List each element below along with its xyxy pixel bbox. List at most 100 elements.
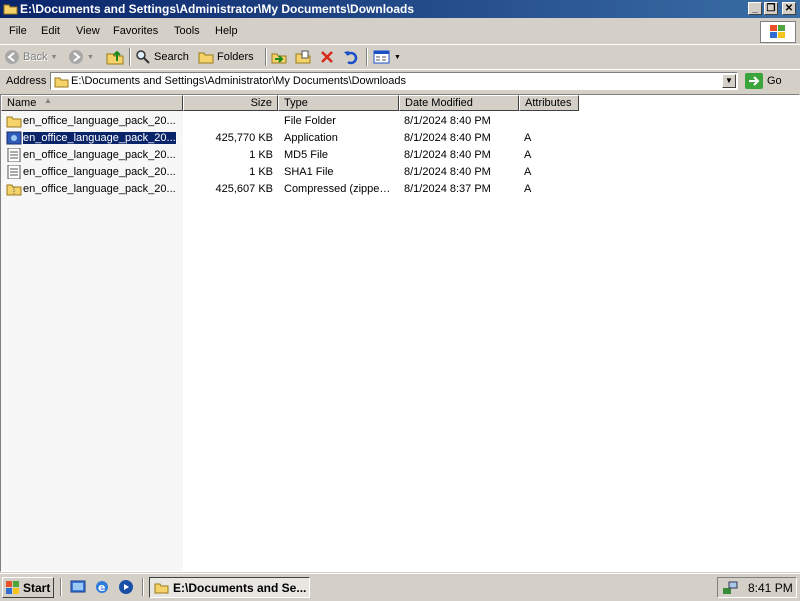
windows-logo [760, 21, 796, 43]
views-icon [373, 50, 390, 64]
column-name-label: Name [7, 97, 37, 109]
file-list[interactable]: Name ▲ Size Type Date Modified Attribute… [0, 94, 800, 572]
file-type: Application [284, 132, 338, 144]
file-type: File Folder [284, 115, 336, 127]
menu-view[interactable]: View [76, 25, 100, 37]
copy-to-icon [295, 50, 311, 64]
file-type: Compressed (zipped Folder) [284, 183, 392, 195]
file-date-modified: 8/1/2024 8:40 PM [404, 149, 491, 161]
column-header-date-modified[interactable]: Date Modified [399, 95, 519, 111]
back-button[interactable]: Back ▼ [4, 48, 57, 66]
file-date-modified: 8/1/2024 8:40 PM [404, 115, 491, 127]
file-date-modified: 8/1/2024 8:40 PM [404, 166, 491, 178]
svg-text:e: e [98, 581, 105, 594]
file-size: 425,607 KB [215, 183, 274, 195]
file-date-modified: 8/1/2024 8:40 PM [404, 132, 491, 144]
copy-to-button[interactable] [295, 48, 311, 66]
column-header-attributes[interactable]: Attributes [519, 95, 579, 111]
windows-flag-icon [6, 581, 19, 594]
file-name: en_office_language_pack_20... [23, 132, 177, 144]
taskbar: Start e E:\Documents and Se... 8:41 PM [0, 573, 800, 601]
move-to-button[interactable] [271, 48, 287, 66]
taskbar-window-button[interactable]: E:\Documents and Se... [149, 577, 310, 598]
address-value: E:\Documents and Settings\Administrator\… [71, 75, 407, 87]
file-size: 425,770 KB [215, 132, 274, 144]
internet-explorer-icon[interactable]: e [94, 579, 110, 598]
file-row[interactable]: en_office_language_pack_20... 1 KB MD5 Fil… [1, 147, 800, 164]
clock[interactable]: 8:41 PM [748, 581, 793, 595]
address-bar: Address E:\Documents and Settings\Admini… [0, 69, 800, 95]
back-arrow-icon [5, 50, 19, 64]
taskbar-window-label: E:\Documents and Se... [173, 580, 307, 595]
folders-button[interactable]: Folders [198, 48, 254, 66]
file-row[interactable]: en_office_language_pack_20... File Folder… [1, 113, 800, 130]
column-header-size[interactable]: Size [183, 95, 278, 111]
search-label: Search [154, 51, 189, 63]
close-button[interactable]: ✕ [782, 2, 796, 15]
address-label: Address [6, 75, 47, 87]
go-label: Go [767, 75, 782, 87]
folder-icon [154, 583, 169, 594]
folders-label: Folders [217, 51, 254, 63]
folder-icon [6, 114, 22, 131]
media-player-icon[interactable] [118, 579, 134, 598]
file-name: en_office_language_pack_20... [23, 183, 176, 195]
file-name: en_office_language_pack_20... [23, 166, 176, 178]
column-size-label: Size [250, 97, 272, 109]
menu-tools[interactable]: Tools [174, 25, 200, 37]
file-row[interactable]: en_office_language_pack_20... 425,607 KB C… [1, 181, 800, 198]
address-dropdown-button[interactable]: ▼ [722, 74, 736, 88]
document-icon [6, 147, 22, 165]
restore-button[interactable]: ❐ [764, 2, 778, 15]
back-label: Back [23, 51, 48, 63]
file-size: 1 KB [249, 166, 273, 178]
search-icon [136, 50, 150, 64]
file-attributes: A [524, 183, 532, 195]
go-button[interactable]: Go [745, 73, 782, 89]
column-header-name[interactable]: Name ▲ [1, 95, 183, 111]
file-type: MD5 File [284, 149, 329, 161]
file-name: en_office_language_pack_20... [23, 115, 176, 127]
column-date-label: Date Modified [405, 97, 473, 109]
file-attributes: A [524, 166, 532, 178]
window-title: E:\Documents and Settings\Administrator\… [20, 2, 415, 16]
file-name: en_office_language_pack_20... [23, 149, 176, 161]
start-button[interactable]: Start [2, 577, 54, 598]
menu-favorites[interactable]: Favorites [113, 25, 158, 37]
forward-arrow-icon [69, 50, 83, 64]
delete-icon [321, 51, 333, 63]
go-arrow-icon [745, 73, 763, 89]
file-row[interactable]: en_office_language_pack_20... 1 KB SHA1 Fi… [1, 164, 800, 181]
zip-folder-icon [6, 182, 22, 199]
file-date-modified: 8/1/2024 8:37 PM [404, 183, 491, 195]
menu-help[interactable]: Help [215, 25, 238, 37]
up-folder-icon [106, 50, 124, 65]
menu-file[interactable]: File [9, 25, 27, 37]
up-folder-button[interactable] [106, 48, 124, 66]
forward-button[interactable]: ▼ [68, 48, 94, 66]
search-button[interactable]: Search [135, 48, 189, 66]
folders-icon [198, 52, 214, 64]
minimize-button[interactable]: _ [748, 2, 762, 15]
column-header-type[interactable]: Type [278, 95, 399, 111]
folder-icon [3, 2, 18, 18]
menu-edit[interactable]: Edit [41, 25, 60, 37]
show-desktop-icon[interactable] [70, 579, 86, 598]
back-dropdown-icon[interactable]: ▼ [50, 54, 57, 61]
network-icon[interactable] [722, 580, 738, 596]
address-input[interactable]: E:\Documents and Settings\Administrator\… [50, 72, 738, 90]
column-attributes-label: Attributes [525, 97, 572, 109]
delete-button[interactable] [319, 48, 335, 66]
file-type: SHA1 File [284, 166, 334, 178]
views-dropdown-icon[interactable]: ▼ [394, 54, 401, 61]
file-row[interactable]: en_office_language_pack_20... 425,770 KB A… [1, 130, 800, 147]
forward-dropdown-icon[interactable]: ▼ [87, 54, 94, 61]
application-icon [6, 131, 22, 148]
title-bar[interactable]: E:\Documents and Settings\Administrator\… [0, 0, 800, 18]
system-tray: 8:41 PM [717, 577, 797, 598]
undo-button[interactable] [343, 48, 359, 66]
start-label: Start [23, 580, 51, 595]
column-type-label: Type [284, 97, 308, 109]
document-icon [6, 164, 22, 182]
views-button[interactable]: ▼ [373, 48, 401, 66]
